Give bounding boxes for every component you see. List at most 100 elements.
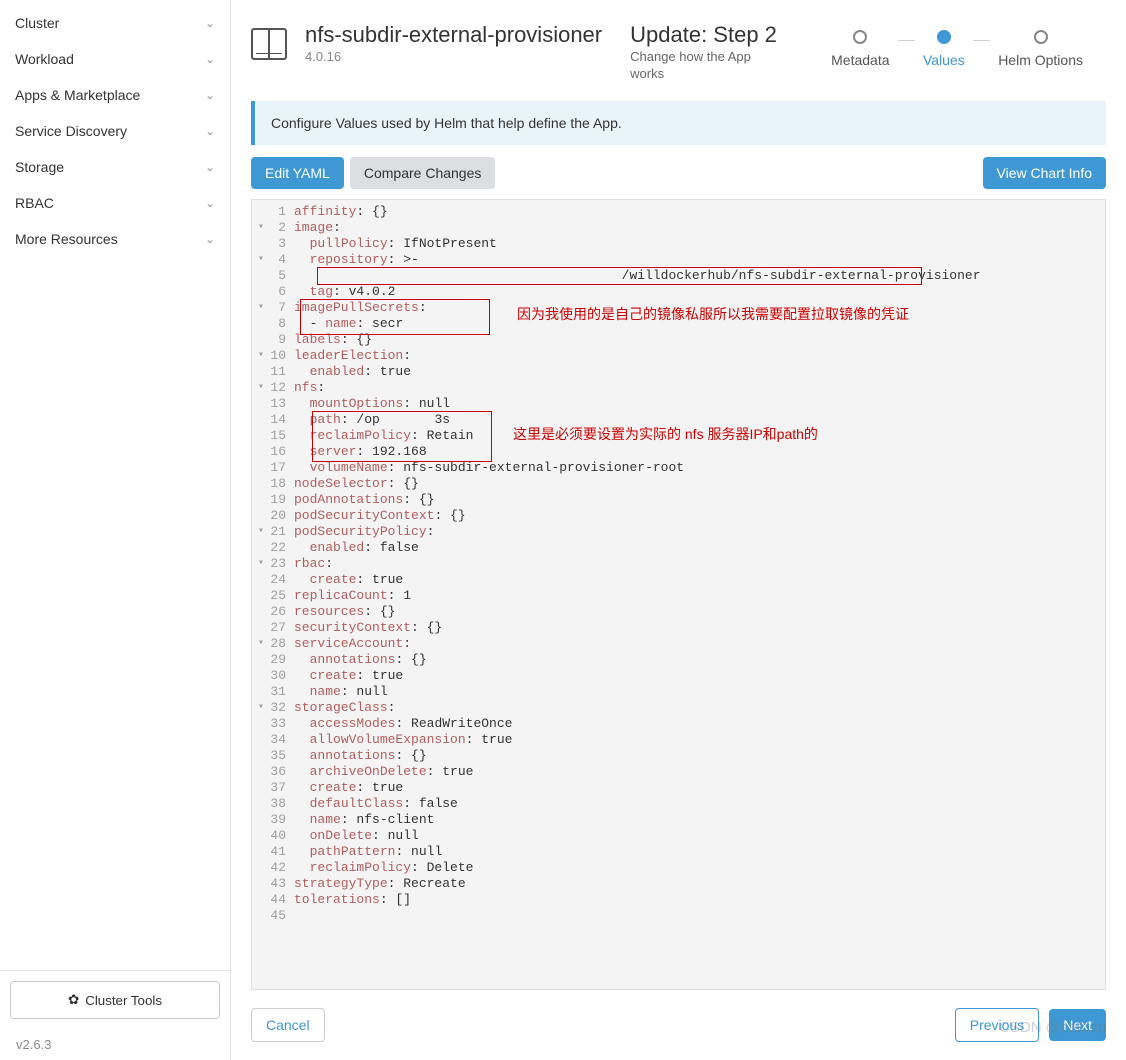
fold-icon bbox=[252, 412, 270, 428]
line-number: 3 bbox=[270, 236, 294, 252]
edit-yaml-button[interactable]: Edit YAML bbox=[251, 157, 344, 189]
code-line[interactable]: 20podSecurityContext: {} bbox=[252, 508, 1105, 524]
code-line[interactable]: ▾4 repository: >- bbox=[252, 252, 1105, 268]
yaml-editor[interactable]: 因为我使用的是自己的镜像私服所以我需要配置拉取镜像的凭证 这里是必须要设置为实际… bbox=[251, 199, 1106, 990]
version-text: v2.6.3 bbox=[0, 1029, 230, 1060]
line-number: 43 bbox=[270, 876, 294, 892]
code-line[interactable]: 24 create: true bbox=[252, 572, 1105, 588]
fold-icon bbox=[252, 268, 270, 284]
chevron-down-icon: ⌄ bbox=[205, 52, 215, 66]
code-line[interactable]: 13 mountOptions: null bbox=[252, 396, 1105, 412]
fold-icon bbox=[252, 572, 270, 588]
sidebar-item-label: Apps & Marketplace bbox=[15, 87, 140, 103]
code-line[interactable]: 26resources: {} bbox=[252, 604, 1105, 620]
stepper-step-helm-options[interactable]: Helm Options bbox=[990, 30, 1091, 68]
fold-icon bbox=[252, 876, 270, 892]
line-number: 6 bbox=[270, 284, 294, 300]
code-line[interactable]: 45 bbox=[252, 908, 1105, 924]
line-number: 32 bbox=[270, 700, 294, 716]
code-line[interactable]: ▾2image: bbox=[252, 220, 1105, 236]
code-line[interactable]: 29 annotations: {} bbox=[252, 652, 1105, 668]
fold-icon bbox=[252, 332, 270, 348]
cancel-button[interactable]: Cancel bbox=[251, 1008, 325, 1042]
fold-icon bbox=[252, 492, 270, 508]
fold-icon bbox=[252, 684, 270, 700]
sidebar-item-storage[interactable]: Storage⌄ bbox=[0, 149, 230, 185]
chevron-down-icon: ⌄ bbox=[205, 16, 215, 30]
sidebar-item-service-discovery[interactable]: Service Discovery⌄ bbox=[0, 113, 230, 149]
view-chart-info-button[interactable]: View Chart Info bbox=[983, 157, 1106, 189]
code-line[interactable]: 34 allowVolumeExpansion: true bbox=[252, 732, 1105, 748]
cluster-tools-button[interactable]: ✿ Cluster Tools bbox=[10, 981, 220, 1019]
code-line[interactable]: ▾32storageClass: bbox=[252, 700, 1105, 716]
action-row: Edit YAML Compare Changes View Chart Inf… bbox=[251, 157, 1106, 189]
next-button[interactable]: Next bbox=[1049, 1009, 1106, 1041]
code-line[interactable]: 44tolerations: [] bbox=[252, 892, 1105, 908]
sidebar-item-more-resources[interactable]: More Resources⌄ bbox=[0, 221, 230, 257]
code-line[interactable]: 22 enabled: false bbox=[252, 540, 1105, 556]
previous-button[interactable]: Previous bbox=[955, 1008, 1039, 1042]
page-subtitle: 4.0.16 bbox=[305, 49, 602, 64]
code-line[interactable]: 31 name: null bbox=[252, 684, 1105, 700]
fold-icon bbox=[252, 732, 270, 748]
code-line[interactable]: ▾10leaderElection: bbox=[252, 348, 1105, 364]
line-number: 5 bbox=[270, 268, 294, 284]
code-line[interactable]: 38 defaultClass: false bbox=[252, 796, 1105, 812]
code-text: enabled: false bbox=[294, 540, 1105, 556]
code-line[interactable]: 40 onDelete: null bbox=[252, 828, 1105, 844]
code-text: create: true bbox=[294, 780, 1105, 796]
code-line[interactable]: 36 archiveOnDelete: true bbox=[252, 764, 1105, 780]
sidebar-item-cluster[interactable]: Cluster⌄ bbox=[0, 5, 230, 41]
compare-changes-button[interactable]: Compare Changes bbox=[350, 157, 496, 189]
fold-icon bbox=[252, 396, 270, 412]
sidebar-item-workload[interactable]: Workload⌄ bbox=[0, 41, 230, 77]
code-text: annotations: {} bbox=[294, 652, 1105, 668]
code-line[interactable]: 6 tag: v4.0.2 bbox=[252, 284, 1105, 300]
code-line[interactable]: 39 name: nfs-client bbox=[252, 812, 1105, 828]
sidebar-item-apps-marketplace[interactable]: Apps & Marketplace⌄ bbox=[0, 77, 230, 113]
code-line[interactable]: 42 reclaimPolicy: Delete bbox=[252, 860, 1105, 876]
fold-icon bbox=[252, 812, 270, 828]
code-line[interactable]: ▾28serviceAccount: bbox=[252, 636, 1105, 652]
code-text: volumeName: nfs-subdir-external-provisio… bbox=[294, 460, 1105, 476]
code-line[interactable]: 35 annotations: {} bbox=[252, 748, 1105, 764]
fold-icon bbox=[252, 428, 270, 444]
code-line[interactable]: 16 server: 192.168 bbox=[252, 444, 1105, 460]
line-number: 10 bbox=[270, 348, 294, 364]
stepper-step-metadata[interactable]: Metadata bbox=[823, 30, 897, 68]
chevron-down-icon: ⌄ bbox=[205, 196, 215, 210]
code-line[interactable]: 9labels: {} bbox=[252, 332, 1105, 348]
code-line[interactable]: 11 enabled: true bbox=[252, 364, 1105, 380]
fold-icon bbox=[252, 236, 270, 252]
code-line[interactable]: ▾12nfs: bbox=[252, 380, 1105, 396]
code-line[interactable]: 43strategyType: Recreate bbox=[252, 876, 1105, 892]
code-line[interactable]: 37 create: true bbox=[252, 780, 1105, 796]
info-bar: Configure Values used by Helm that help … bbox=[251, 101, 1106, 145]
code-line[interactable]: 1affinity: {} bbox=[252, 204, 1105, 220]
code-line[interactable]: 41 pathPattern: null bbox=[252, 844, 1105, 860]
code-line[interactable]: 33 accessModes: ReadWriteOnce bbox=[252, 716, 1105, 732]
stepper: Metadata Values Helm Options bbox=[798, 22, 1106, 68]
code-line[interactable]: 19podAnnotations: {} bbox=[252, 492, 1105, 508]
code-line[interactable]: ▾21podSecurityPolicy: bbox=[252, 524, 1105, 540]
code-line[interactable]: 25replicaCount: 1 bbox=[252, 588, 1105, 604]
fold-icon: ▾ bbox=[252, 220, 270, 236]
line-number: 19 bbox=[270, 492, 294, 508]
code-line[interactable]: 5 /willdockerhub/nfs-subdir-external-pro… bbox=[252, 268, 1105, 284]
code-line[interactable]: ▾23rbac: bbox=[252, 556, 1105, 572]
code-text: serviceAccount: bbox=[294, 636, 1105, 652]
line-number: 39 bbox=[270, 812, 294, 828]
code-line[interactable]: 18nodeSelector: {} bbox=[252, 476, 1105, 492]
code-line[interactable]: 30 create: true bbox=[252, 668, 1105, 684]
line-number: 18 bbox=[270, 476, 294, 492]
line-number: 13 bbox=[270, 396, 294, 412]
code-line[interactable]: 17 volumeName: nfs-subdir-external-provi… bbox=[252, 460, 1105, 476]
code-line[interactable]: 3 pullPolicy: IfNotPresent bbox=[252, 236, 1105, 252]
sidebar-item-rbac[interactable]: RBAC⌄ bbox=[0, 185, 230, 221]
code-text: labels: {} bbox=[294, 332, 1105, 348]
code-line[interactable]: 27securityContext: {} bbox=[252, 620, 1105, 636]
fold-icon bbox=[252, 444, 270, 460]
line-number: 12 bbox=[270, 380, 294, 396]
stepper-step-values[interactable]: Values bbox=[915, 30, 973, 68]
fold-icon: ▾ bbox=[252, 524, 270, 540]
